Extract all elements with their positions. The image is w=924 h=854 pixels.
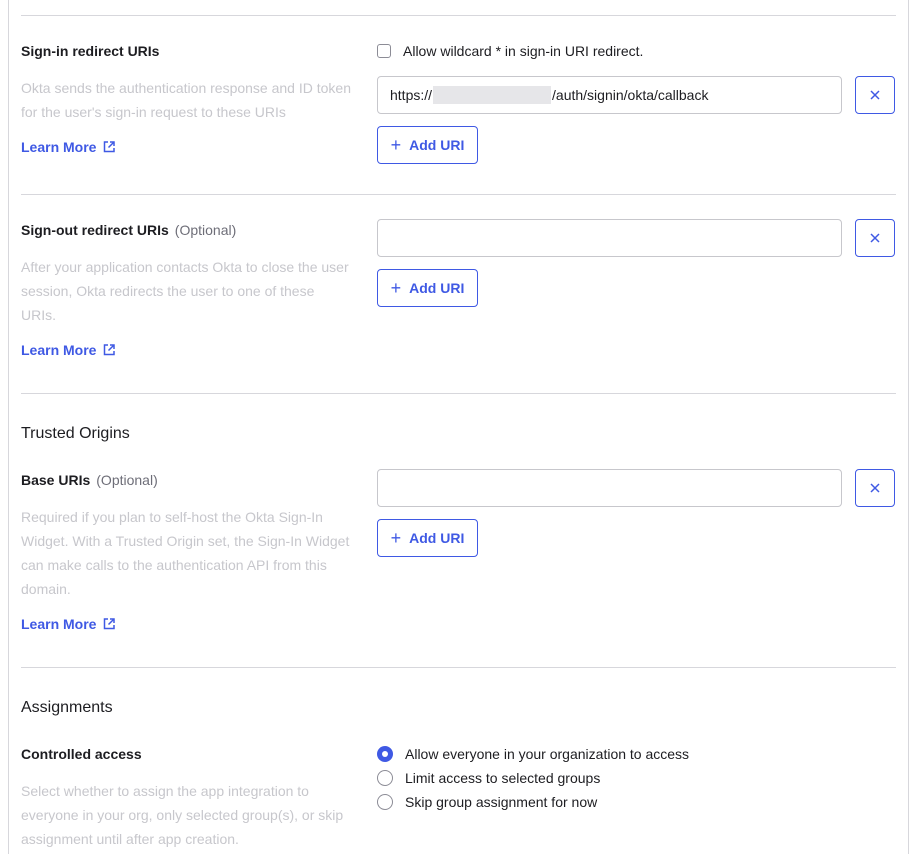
uri-prefix: https:// bbox=[390, 87, 433, 103]
signin-redirect-label: Sign-in redirect URIs bbox=[21, 43, 160, 59]
signout-uri-input[interactable] bbox=[377, 219, 842, 257]
close-icon bbox=[870, 90, 880, 100]
learn-more-label: Learn More bbox=[21, 342, 97, 358]
add-signin-uri-button[interactable]: + Add URI bbox=[377, 126, 478, 164]
base-uris-description: Required if you plan to self-host the Ok… bbox=[21, 509, 350, 597]
base-uri-input[interactable] bbox=[377, 469, 842, 507]
divider bbox=[21, 194, 896, 195]
divider bbox=[21, 393, 896, 394]
trusted-origins-learn-more-link[interactable]: Learn More bbox=[21, 616, 116, 632]
learn-more-label: Learn More bbox=[21, 139, 97, 155]
divider bbox=[21, 15, 896, 16]
plus-icon: + bbox=[390, 278, 402, 298]
learn-more-label: Learn More bbox=[21, 616, 97, 632]
close-icon bbox=[870, 233, 880, 243]
optional-tag: (Optional) bbox=[174, 222, 237, 238]
radio-limit-groups[interactable]: Limit access to selected groups bbox=[377, 770, 600, 786]
add-uri-label: Add URI bbox=[409, 530, 465, 546]
external-link-icon bbox=[104, 618, 116, 630]
radio-label: Limit access to selected groups bbox=[405, 770, 601, 786]
radio-allow-everyone[interactable]: Allow everyone in your organization to a… bbox=[377, 746, 689, 762]
radio-button[interactable] bbox=[377, 794, 393, 810]
controlled-access-description: Select whether to assign the app integra… bbox=[21, 783, 344, 847]
redacted-host bbox=[433, 86, 552, 104]
radio-button[interactable] bbox=[377, 746, 393, 762]
signout-learn-more-link[interactable]: Learn More bbox=[21, 342, 116, 358]
signin-learn-more-link[interactable]: Learn More bbox=[21, 139, 116, 155]
signin-uri-input[interactable]: https:// /auth/signin/okta/callback bbox=[377, 76, 842, 114]
signout-redirect-description: After your application contacts Okta to … bbox=[21, 259, 349, 323]
divider bbox=[21, 667, 896, 668]
add-uri-label: Add URI bbox=[409, 280, 465, 296]
base-uris-label-text: Base URIs bbox=[21, 472, 91, 488]
add-signout-uri-button[interactable]: + Add URI bbox=[377, 269, 478, 307]
wildcard-checkbox[interactable] bbox=[377, 44, 391, 58]
wildcard-label: Allow wildcard * in sign-in URI redirect… bbox=[403, 43, 644, 59]
base-uris-label: Base URIs (Optional) bbox=[21, 472, 158, 488]
assignments-heading: Assignments bbox=[21, 699, 113, 716]
radio-label: Skip group assignment for now bbox=[405, 794, 598, 810]
remove-signout-uri-button[interactable] bbox=[855, 219, 895, 257]
app-settings-panel: Sign-in redirect URIs Okta sends the aut… bbox=[8, 0, 909, 854]
add-uri-label: Add URI bbox=[409, 137, 465, 153]
radio-button[interactable] bbox=[377, 770, 393, 786]
trusted-origins-heading: Trusted Origins bbox=[21, 425, 130, 442]
optional-tag: (Optional) bbox=[96, 472, 158, 488]
add-base-uri-button[interactable]: + Add URI bbox=[377, 519, 478, 557]
radio-label: Allow everyone in your organization to a… bbox=[405, 746, 690, 762]
uri-suffix: /auth/signin/okta/callback bbox=[552, 87, 709, 103]
signout-label-text: Sign-out redirect URIs bbox=[21, 222, 169, 238]
signin-redirect-description: Okta sends the authentication response a… bbox=[21, 80, 351, 120]
controlled-access-label: Controlled access bbox=[21, 746, 142, 762]
plus-icon: + bbox=[390, 528, 402, 548]
external-link-icon bbox=[104, 141, 116, 153]
close-icon bbox=[870, 483, 880, 493]
remove-base-uri-button[interactable] bbox=[855, 469, 895, 507]
signout-redirect-label: Sign-out redirect URIs (Optional) bbox=[21, 222, 236, 238]
plus-icon: + bbox=[390, 135, 402, 155]
wildcard-checkbox-row[interactable]: Allow wildcard * in sign-in URI redirect… bbox=[377, 43, 643, 59]
radio-skip-assignment[interactable]: Skip group assignment for now bbox=[377, 794, 597, 810]
external-link-icon bbox=[104, 344, 116, 356]
remove-signin-uri-button[interactable] bbox=[855, 76, 895, 114]
